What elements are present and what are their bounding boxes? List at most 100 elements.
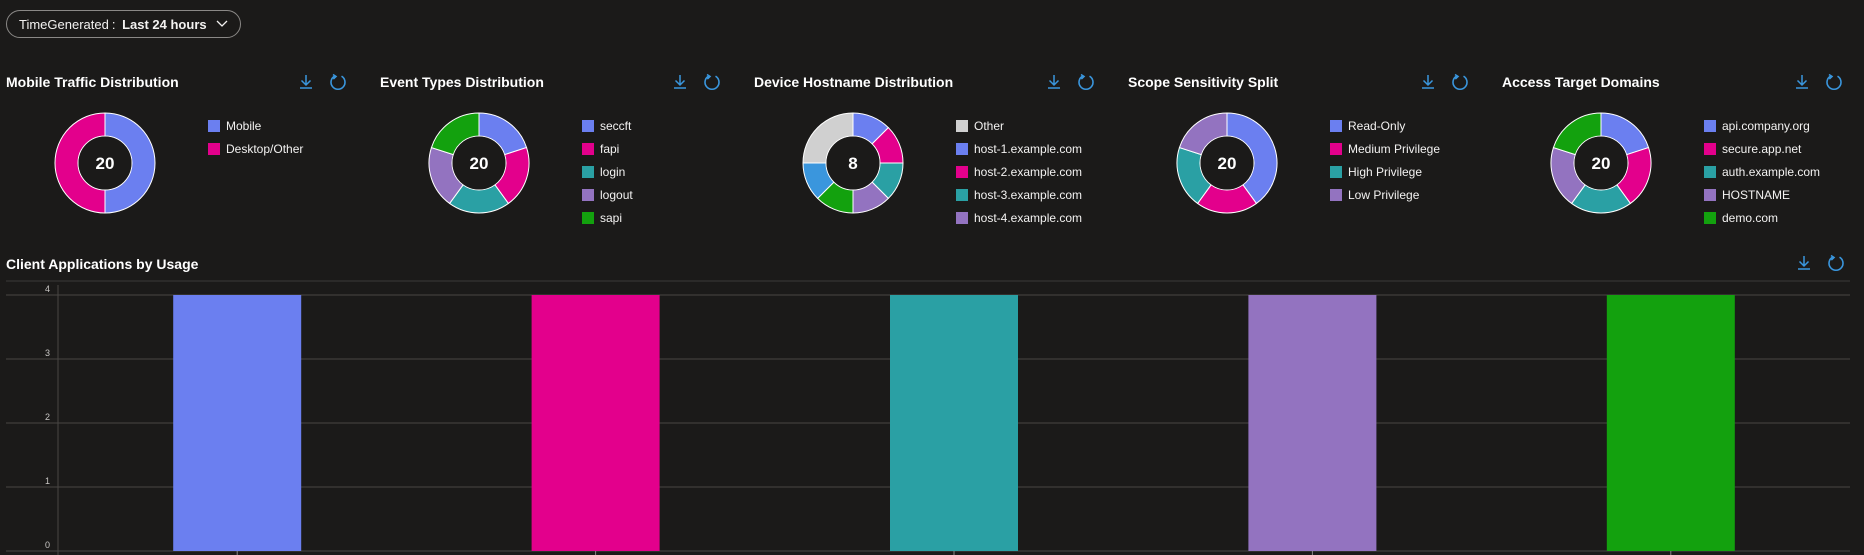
legend-item[interactable]: Medium Privilege (1330, 137, 1440, 160)
filter-value: Last 24 hours (122, 16, 207, 32)
tile-device-hostname-distribution: Device Hostname Distribution 8 Other host-1… (754, 68, 1104, 228)
download-icon[interactable] (296, 72, 316, 92)
legend-swatch (582, 211, 594, 224)
legend-item[interactable]: host-1.example.com (956, 137, 1082, 160)
legend-item[interactable]: seccft (582, 114, 633, 137)
legend-swatch (582, 188, 594, 201)
refresh-icon[interactable] (1824, 72, 1844, 92)
legend-item[interactable]: Other (956, 114, 1082, 137)
donut-chart: 8 (802, 112, 904, 214)
legend-swatch (956, 142, 968, 155)
download-icon[interactable] (1044, 72, 1064, 92)
legend-item[interactable]: HOSTNAME (1704, 183, 1820, 206)
donut-total: 20 (96, 154, 115, 173)
filter-separator: : (111, 16, 120, 32)
tile-title: Device Hostname Distribution (754, 74, 954, 90)
legend-swatch (208, 119, 220, 132)
legend-swatch (956, 165, 968, 178)
legend-label: logout (600, 187, 633, 202)
legend-swatch (1330, 188, 1342, 201)
bar[interactable] (890, 295, 1018, 551)
legend-label: Other (974, 118, 1005, 133)
donut-total: 20 (1592, 154, 1611, 173)
download-icon[interactable] (1794, 253, 1814, 273)
y-tick-label: 4 (45, 284, 50, 294)
legend-item[interactable]: auth.example.com (1704, 160, 1820, 183)
donut-total: 8 (848, 154, 857, 173)
legend-item[interactable]: Read-Only (1330, 114, 1440, 137)
time-filter-pill[interactable]: TimeGenerated: Last 24 hours (6, 10, 241, 38)
tile-event-types-distribution: Event Types Distribution 20 seccft fapi logi… (380, 68, 730, 228)
legend-swatch (956, 188, 968, 201)
legend-label: Medium Privilege (1348, 141, 1441, 156)
legend-item[interactable]: Low Privilege (1330, 183, 1440, 206)
legend-swatch (956, 211, 968, 224)
legend: Mobile Desktop/Other (208, 114, 303, 160)
refresh-icon[interactable] (1826, 253, 1846, 273)
bar[interactable] (1606, 295, 1735, 551)
legend-swatch (582, 165, 594, 178)
refresh-icon[interactable] (328, 72, 348, 92)
download-icon[interactable] (1792, 72, 1812, 92)
legend-item[interactable]: demo.com (1704, 206, 1820, 229)
bar[interactable] (531, 295, 660, 551)
legend-item[interactable]: fapi (582, 137, 633, 160)
refresh-icon[interactable] (1076, 72, 1096, 92)
legend-swatch (1704, 211, 1716, 224)
tile-title: Scope Sensitivity Split (1128, 74, 1279, 90)
legend-label: HOSTNAME (1722, 187, 1791, 202)
legend-item[interactable]: Desktop/Other (208, 137, 303, 160)
donut-total: 20 (1218, 154, 1237, 173)
legend-item[interactable]: login (582, 160, 633, 183)
legend-label: secure.app.net (1722, 141, 1802, 156)
legend-label: demo.com (1722, 210, 1779, 225)
legend-swatch (1704, 165, 1716, 178)
refresh-icon[interactable] (702, 72, 722, 92)
legend-item[interactable]: host-4.example.com (956, 206, 1082, 229)
y-tick-label: 0 (45, 540, 50, 550)
legend-label: login (600, 164, 626, 179)
legend-swatch (1330, 165, 1342, 178)
legend-label: sapi (600, 210, 623, 225)
legend-label: Low Privilege (1348, 187, 1420, 202)
legend-swatch (582, 142, 594, 155)
legend-label: auth.example.com (1722, 164, 1821, 179)
legend-swatch (1704, 142, 1716, 155)
donut-chart: 20 (1550, 112, 1652, 214)
legend-item[interactable]: secure.app.net (1704, 137, 1820, 160)
y-tick-label: 1 (45, 476, 50, 486)
legend: api.company.org secure.app.net auth.exampl… (1704, 114, 1820, 229)
legend-swatch (582, 119, 594, 132)
refresh-icon[interactable] (1450, 72, 1470, 92)
legend-label: host-4.example.com (974, 210, 1083, 225)
download-icon[interactable] (670, 72, 690, 92)
legend-swatch (1704, 188, 1716, 201)
legend-item[interactable]: Mobile (208, 114, 303, 137)
legend-item[interactable]: High Privilege (1330, 160, 1440, 183)
legend-label: host-3.example.com (974, 187, 1083, 202)
legend-item[interactable]: host-3.example.com (956, 183, 1082, 206)
legend-item[interactable]: api.company.org (1704, 114, 1820, 137)
legend-label: High Privilege (1348, 164, 1423, 179)
download-icon[interactable] (1418, 72, 1438, 92)
bar[interactable] (173, 295, 302, 551)
legend-label: fapi (600, 141, 620, 156)
legend-label: Desktop/Other (226, 141, 304, 156)
donut-chart: 20 (428, 112, 530, 214)
legend-swatch (208, 142, 220, 155)
legend: Read-Only Medium Privilege High Privilege L… (1330, 114, 1440, 206)
legend-item[interactable]: host-2.example.com (956, 160, 1082, 183)
legend-label: Read-Only (1348, 118, 1406, 133)
chevron-down-icon (216, 20, 228, 27)
legend-item[interactable]: sapi (582, 206, 633, 229)
filter-key: TimeGenerated (19, 16, 109, 32)
legend: Other host-1.example.com host-2.example.co… (956, 114, 1082, 229)
tile-title: Access Target Domains (1502, 74, 1660, 90)
legend-swatch (1704, 119, 1716, 132)
legend-item[interactable]: logout (582, 183, 633, 206)
donut-total: 20 (470, 154, 489, 173)
bar[interactable] (1248, 295, 1377, 551)
legend-label: api.company.org (1722, 118, 1810, 133)
tile-access-target-domains: Access Target Domains 20 api.company.org se… (1502, 68, 1852, 228)
legend-swatch (956, 119, 968, 132)
